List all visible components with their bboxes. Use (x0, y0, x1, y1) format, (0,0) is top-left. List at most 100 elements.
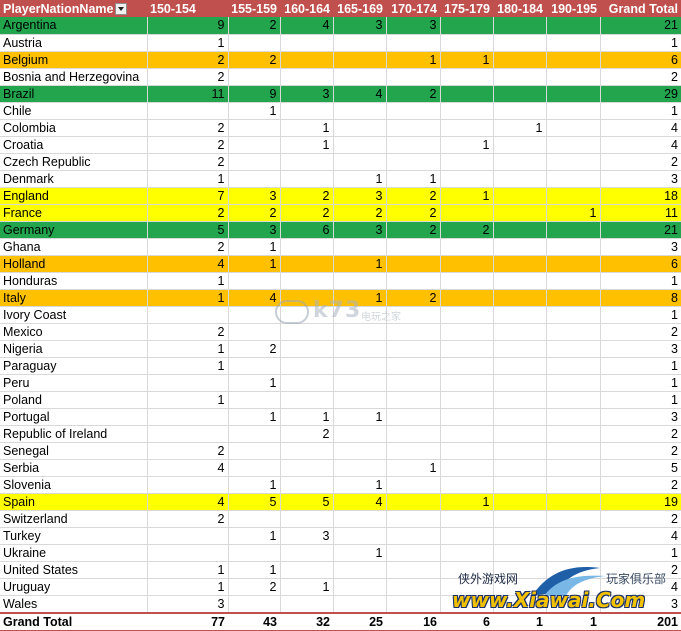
count-cell[interactable] (280, 595, 334, 613)
column-header[interactable]: 170-174 (386, 0, 440, 17)
row-total-cell[interactable]: 1 (600, 391, 681, 409)
count-cell[interactable]: 5 (147, 221, 229, 239)
count-cell[interactable] (546, 425, 601, 443)
count-cell[interactable] (228, 153, 281, 171)
count-cell[interactable] (440, 425, 494, 443)
count-cell[interactable] (280, 476, 334, 494)
count-cell[interactable] (493, 340, 547, 358)
count-cell[interactable] (493, 68, 547, 86)
count-cell[interactable] (546, 17, 601, 35)
count-cell[interactable]: 1 (386, 459, 441, 477)
count-cell[interactable] (440, 170, 494, 188)
row-total-cell[interactable]: 1 (600, 306, 681, 324)
count-cell[interactable] (386, 561, 441, 579)
nation-name-cell[interactable]: Poland (0, 391, 148, 409)
count-cell[interactable] (386, 595, 441, 613)
nation-name-cell[interactable]: England (0, 187, 148, 205)
count-cell[interactable] (546, 340, 601, 358)
count-cell[interactable] (280, 323, 334, 341)
count-cell[interactable]: 2 (228, 204, 281, 222)
row-total-cell[interactable]: 1 (600, 374, 681, 392)
count-cell[interactable]: 9 (147, 17, 229, 35)
count-cell[interactable] (440, 204, 494, 222)
count-cell[interactable] (546, 272, 601, 290)
grand-total-label[interactable]: Grand Total (0, 611, 147, 631)
count-cell[interactable] (386, 493, 441, 511)
count-cell[interactable] (386, 323, 441, 341)
count-cell[interactable]: 4 (280, 17, 334, 35)
count-cell[interactable]: 1 (440, 136, 494, 154)
count-cell[interactable] (280, 272, 334, 290)
count-cell[interactable]: 1 (228, 476, 281, 494)
count-cell[interactable]: 5 (280, 493, 334, 511)
count-cell[interactable] (440, 544, 494, 562)
count-cell[interactable] (493, 51, 547, 69)
count-cell[interactable] (440, 102, 494, 120)
count-cell[interactable] (228, 323, 281, 341)
count-cell[interactable] (333, 340, 387, 358)
count-cell[interactable] (280, 102, 334, 120)
count-cell[interactable] (440, 34, 494, 52)
total-cell[interactable]: 1 (546, 611, 600, 631)
row-total-cell[interactable]: 3 (600, 408, 681, 426)
count-cell[interactable] (333, 442, 387, 460)
nation-name-cell[interactable]: Colombia (0, 119, 148, 137)
nation-name-cell[interactable]: Ghana (0, 238, 148, 256)
count-cell[interactable]: 1 (147, 391, 229, 409)
count-cell[interactable] (147, 527, 229, 545)
row-total-cell[interactable]: 19 (600, 493, 681, 511)
count-cell[interactable] (333, 102, 387, 120)
count-cell[interactable] (280, 374, 334, 392)
count-cell[interactable] (386, 238, 441, 256)
count-cell[interactable] (147, 374, 229, 392)
count-cell[interactable]: 1 (280, 119, 334, 137)
count-cell[interactable] (386, 306, 441, 324)
nation-name-cell[interactable]: Bosnia and Herzegovina (0, 68, 148, 86)
count-cell[interactable] (333, 425, 387, 443)
count-cell[interactable] (333, 527, 387, 545)
count-cell[interactable] (147, 476, 229, 494)
count-cell[interactable]: 2 (228, 578, 281, 596)
count-cell[interactable] (493, 306, 547, 324)
count-cell[interactable] (546, 561, 601, 579)
count-cell[interactable] (228, 459, 281, 477)
total-cell[interactable]: 32 (280, 611, 333, 631)
count-cell[interactable] (493, 357, 547, 375)
count-cell[interactable]: 1 (333, 408, 387, 426)
total-cell[interactable]: 1 (493, 611, 546, 631)
count-cell[interactable] (546, 510, 601, 528)
count-cell[interactable] (280, 510, 334, 528)
count-cell[interactable]: 2 (228, 340, 281, 358)
column-header[interactable]: 150-154 (147, 0, 228, 17)
count-cell[interactable] (440, 374, 494, 392)
nation-name-cell[interactable]: Austria (0, 34, 148, 52)
row-total-cell[interactable]: 11 (600, 204, 681, 222)
count-cell[interactable] (333, 323, 387, 341)
row-total-cell[interactable]: 1 (600, 102, 681, 120)
count-cell[interactable]: 6 (280, 221, 334, 239)
count-cell[interactable] (546, 221, 601, 239)
nation-name-cell[interactable]: Belgium (0, 51, 148, 69)
count-cell[interactable] (386, 442, 441, 460)
count-cell[interactable] (386, 357, 441, 375)
total-cell[interactable]: 16 (386, 611, 440, 631)
count-cell[interactable]: 1 (386, 51, 441, 69)
count-cell[interactable] (493, 85, 547, 103)
count-cell[interactable] (333, 357, 387, 375)
count-cell[interactable] (228, 272, 281, 290)
count-cell[interactable]: 1 (280, 578, 334, 596)
row-total-cell[interactable]: 4 (600, 136, 681, 154)
count-cell[interactable] (333, 238, 387, 256)
count-cell[interactable] (493, 391, 547, 409)
count-cell[interactable] (546, 391, 601, 409)
nation-name-cell[interactable]: Germany (0, 221, 148, 239)
column-header[interactable]: 190-195 (546, 0, 600, 17)
count-cell[interactable] (493, 561, 547, 579)
count-cell[interactable]: 2 (386, 85, 441, 103)
row-total-cell[interactable]: 2 (600, 510, 681, 528)
count-cell[interactable]: 3 (333, 221, 387, 239)
count-cell[interactable] (546, 476, 601, 494)
count-cell[interactable] (546, 255, 601, 273)
count-cell[interactable] (386, 136, 441, 154)
nation-name-cell[interactable]: Chile (0, 102, 148, 120)
